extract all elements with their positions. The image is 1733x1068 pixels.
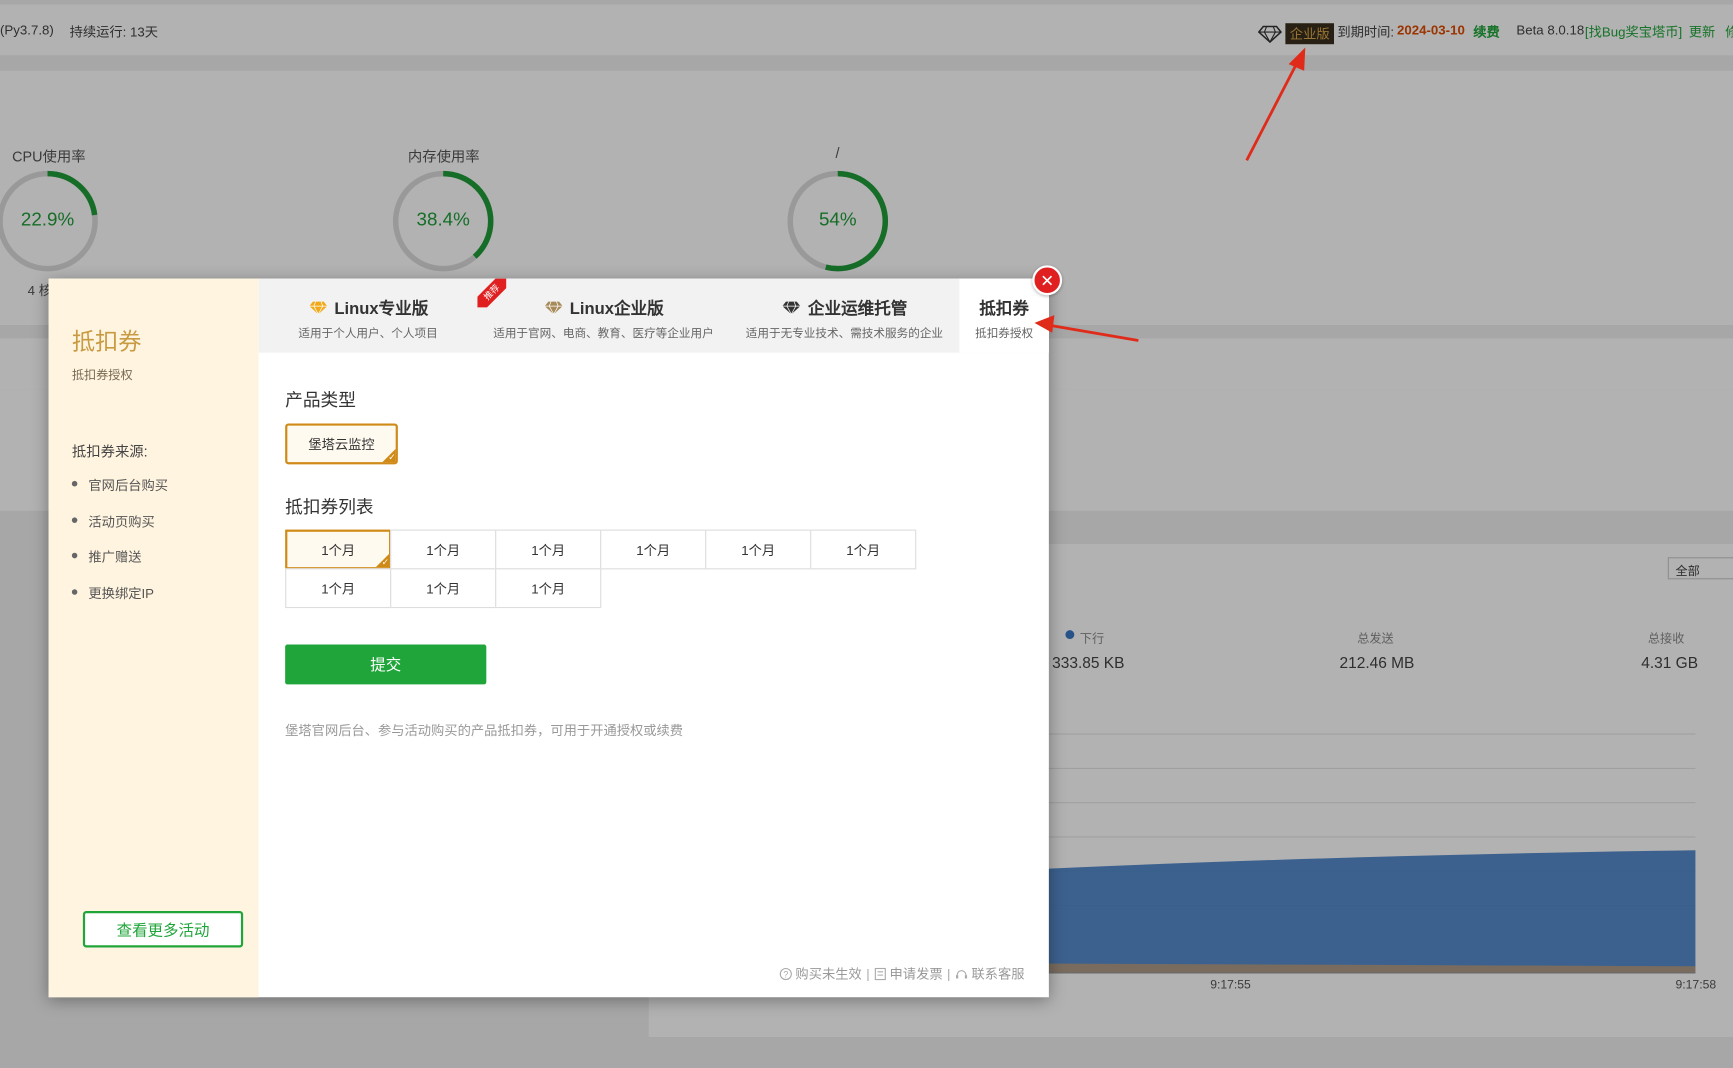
tab-subtitle: 适用于官网、电商、教育、医疗等企业用户 (493, 327, 714, 341)
tab-subtitle: 适用于个人用户、个人项目 (298, 327, 438, 341)
bullet-icon (71, 480, 78, 487)
invoice-text: 申请发票 (889, 966, 943, 982)
source-text: 活动页购买 (88, 513, 155, 530)
coupon-note: 堡塔官网后台、参与活动购买的产品抵扣券，可用于开通授权或续费 (285, 723, 684, 739)
tab-title: Linux专业版 (259, 296, 478, 319)
coupon-item[interactable]: 1个月 ✓ (285, 529, 392, 570)
tab-linux-pro[interactable]: Linux专业版 适用于个人用户、个人项目 (259, 279, 478, 353)
product-type-label: 产品类型 (285, 391, 356, 411)
selected-check-icon: ✓ (381, 447, 396, 463)
coupon-item[interactable]: 1个月 (390, 529, 497, 570)
product-type-option[interactable]: 堡塔云监控 ✓ (285, 423, 398, 465)
coupon-list-label: 抵扣券列表 (285, 498, 374, 518)
tab-title-text: 企业运维托管 (807, 299, 908, 319)
sidebar-subtitle: 抵扣券授权 (71, 369, 133, 383)
not-effective-link[interactable]: ? 购买未生效 (779, 964, 862, 983)
coupon-text: 1个月 (741, 542, 776, 558)
coupon-item[interactable]: 1个月 (390, 568, 497, 609)
coupon-item[interactable]: 1个月 (495, 529, 602, 570)
support-text: 联系客服 (971, 966, 1025, 982)
more-activities-button[interactable]: 查看更多活动 (82, 911, 244, 948)
tab-title-text: Linux企业版 (569, 299, 664, 319)
modal-footer: ? 购买未生效 | 申请发票 | 联系客服 (779, 964, 1025, 983)
recommend-ribbon: 推荐 (477, 278, 507, 308)
source-text: 更换绑定IP (88, 585, 155, 601)
bullet-icon (71, 588, 78, 595)
source-text: 官网后台购买 (88, 477, 169, 494)
list-item: 官网后台购买 (71, 475, 169, 511)
coupon-text: 1个月 (321, 580, 356, 597)
tab-title: Linux企业版 (477, 296, 729, 319)
ribbon-text: 推荐 (477, 278, 507, 308)
list-item: 活动页购买 (71, 511, 168, 547)
svg-text:?: ? (783, 969, 788, 979)
submit-button[interactable]: 提交 (285, 644, 487, 685)
bullet-icon (71, 552, 78, 559)
tab-title-text: Linux专业版 (334, 299, 429, 319)
coupon-text: 1个月 (846, 542, 881, 558)
product-type-text: 堡塔云监控 (308, 436, 375, 453)
bronze-diamond-icon (544, 301, 563, 315)
sidebar-title: 抵扣券 (71, 329, 142, 355)
coupon-source-list: 官网后台购买 活动页购买 推广赠送 更换绑定IP (71, 475, 169, 619)
coupon-item[interactable]: 1个月 (600, 529, 707, 570)
invoice-link[interactable]: 申请发票 (874, 964, 943, 983)
gold-diamond-icon (308, 301, 327, 315)
footer-separator: | (866, 965, 870, 982)
invoice-icon (874, 967, 886, 980)
coupon-item[interactable]: 1个月 (810, 529, 917, 570)
not-effective-text: 购买未生效 (795, 966, 862, 982)
list-item: 推广赠送 (71, 547, 168, 583)
annotation-arrow (1034, 315, 1139, 342)
coupon-item[interactable]: 1个月 (285, 568, 392, 609)
list-item: 更换绑定IP (71, 583, 168, 619)
source-text: 推广赠送 (88, 549, 142, 565)
dark-diamond-icon (782, 301, 801, 315)
bullet-icon (71, 516, 78, 523)
coupon-text: 1个月 (321, 542, 356, 558)
coupon-text: 1个月 (531, 542, 566, 558)
close-icon: ✕ (1040, 271, 1055, 291)
tab-ops-hosting[interactable]: 企业运维托管 适用于无专业技术、需技术服务的企业 (729, 279, 959, 353)
tab-subtitle: 适用于无专业技术、需技术服务的企业 (745, 327, 944, 341)
coupon-text: 1个月 (636, 542, 671, 558)
coupon-text: 1个月 (426, 580, 461, 597)
question-icon: ? (779, 967, 792, 980)
selected-check-icon: ✓ (374, 552, 390, 568)
tab-title: 企业运维托管 (729, 296, 959, 319)
coupon-item[interactable]: 1个月 (495, 568, 602, 609)
coupon-item[interactable]: 1个月 (705, 529, 812, 570)
tab-title-text: 抵扣券 (979, 299, 1029, 319)
support-link[interactable]: 联系客服 (955, 964, 1025, 983)
headset-icon (956, 969, 968, 978)
tab-linux-enterprise[interactable]: Linux企业版 适用于官网、电商、教育、医疗等企业用户 (477, 279, 729, 353)
footer-separator: | (947, 965, 951, 982)
product-tabs: Linux专业版 适用于个人用户、个人项目 Linux企业版 适用于官网、电商、… (258, 278, 1049, 353)
coupon-source-label: 抵扣券来源: (71, 443, 148, 460)
coupon-text: 1个月 (531, 580, 566, 597)
close-button[interactable]: ✕ (1032, 265, 1063, 296)
modal-sidebar: 抵扣券 抵扣券授权 抵扣券来源: 官网后台购买 活动页购买 推广赠送 更换绑定I… (48, 278, 259, 998)
coupon-modal: 抵扣券 抵扣券授权 抵扣券来源: 官网后台购买 活动页购买 推广赠送 更换绑定I… (48, 265, 1063, 998)
coupon-text: 1个月 (426, 542, 461, 558)
annotation-arrow (1245, 47, 1306, 161)
